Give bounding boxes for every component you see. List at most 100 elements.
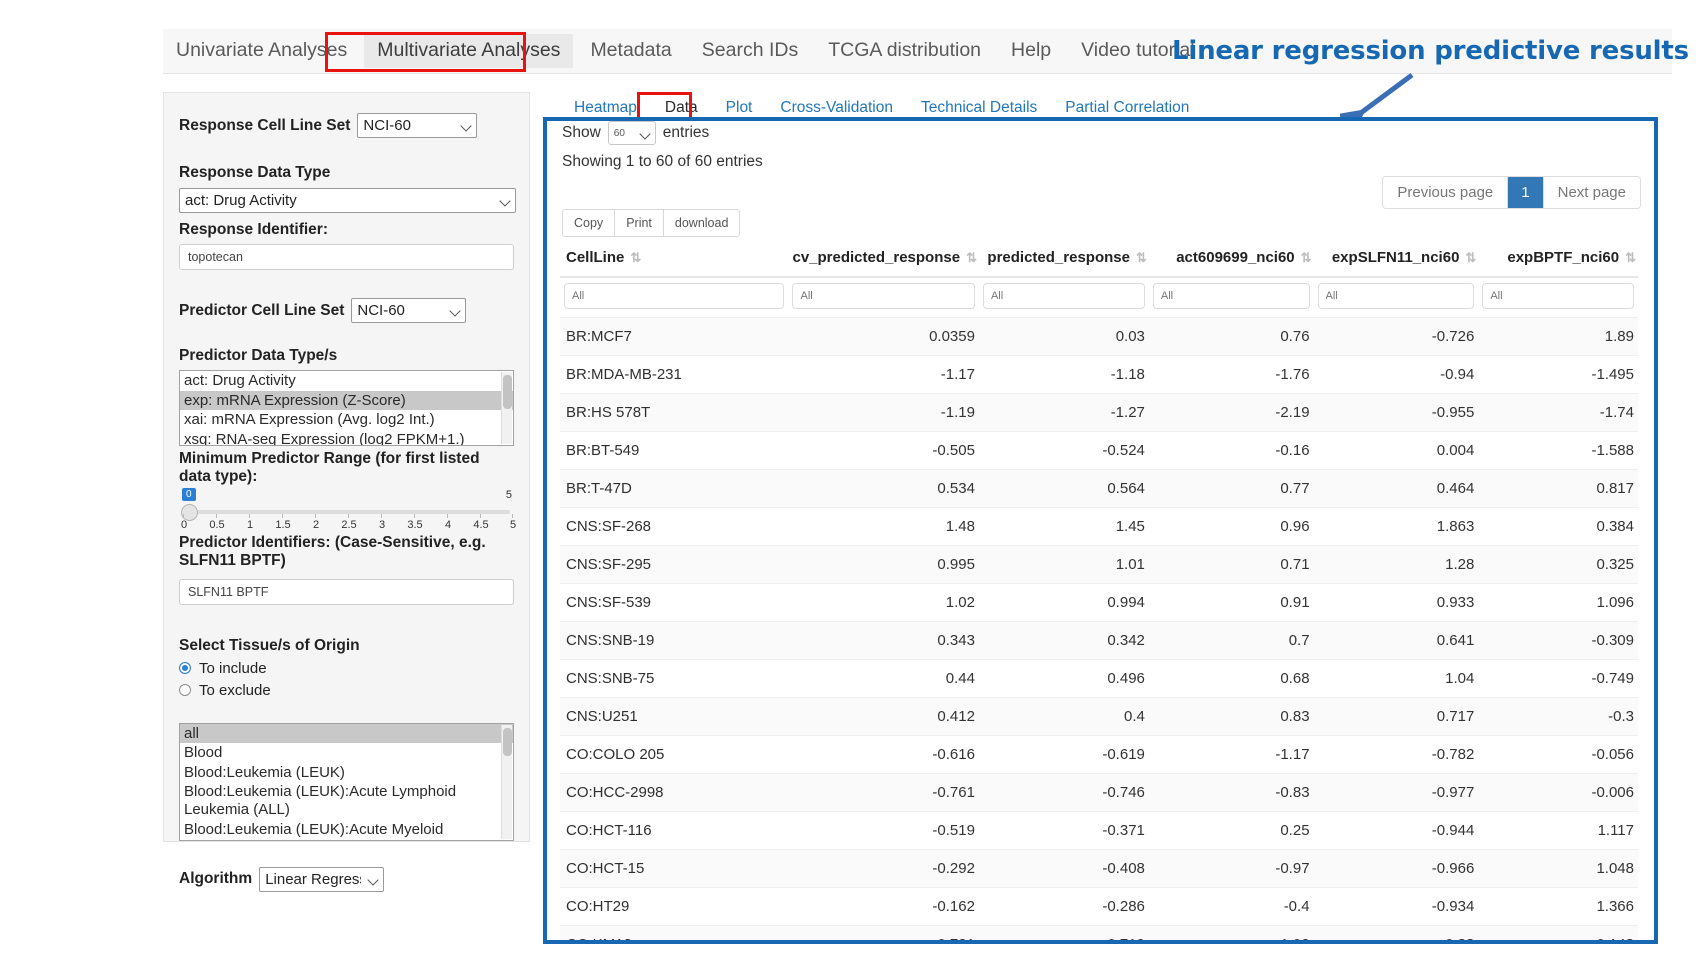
table-row: CNS:SF-2950.9951.010.711.280.325 <box>560 546 1638 584</box>
tissue-of-origin-listbox[interactable]: all Blood Blood:Leukemia (LEUK) Blood:Le… <box>179 723 514 841</box>
next-page-button[interactable]: Next page <box>1543 177 1640 208</box>
entries-label: entries <box>663 124 710 142</box>
table-cell-value: 0.71 <box>1149 546 1314 584</box>
sort-icon[interactable]: ⇅ <box>1625 250 1634 266</box>
tab-plot[interactable]: Plot <box>712 95 767 121</box>
table-cell-value: 0.68 <box>1149 660 1314 698</box>
table-row: CO:KM12-0.721-0.719-1.02-0.88-0.148 <box>560 926 1638 941</box>
column-header-expslfn11-nci60[interactable]: expSLFN11_nci60⇅ <box>1314 243 1479 277</box>
predictor-data-type-option-selected[interactable]: exp: mRNA Expression (Z-Score) <box>180 391 513 411</box>
tissue-option[interactable]: Blood:Leukemia (LEUK):Acute Lymphoid Leu… <box>180 782 513 819</box>
filter-input-predicted-response[interactable] <box>983 283 1145 309</box>
table-cell-value: -1.18 <box>979 356 1149 394</box>
table-row: BR:MCF70.03590.030.76-0.7261.89 <box>560 318 1638 356</box>
table-cell-value: 0.343 <box>788 622 978 660</box>
slider-tick-label: 5 <box>510 519 516 531</box>
table-cell-cellline: CO:KM12 <box>560 926 788 941</box>
topnav-item-tcga-distribution[interactable]: TCGA distribution <box>815 34 994 68</box>
radio-include-icon[interactable] <box>179 662 191 674</box>
sort-icon[interactable]: ⇅ <box>630 250 639 266</box>
table-cell-cellline: CNS:SNB-19 <box>560 622 788 660</box>
tissue-option[interactable]: Blood:Leukemia (LEUK) <box>180 763 513 783</box>
column-header-act609699-nci60[interactable]: act609699_nci60⇅ <box>1149 243 1314 277</box>
min-predictor-range-slider[interactable]: 0 5 0 0.5 1 1.5 2 2.5 3 3.5 4 4.5 5 <box>179 488 514 532</box>
previous-page-button[interactable]: Previous page <box>1383 177 1507 208</box>
filter-input-expslfn11-nci60[interactable] <box>1318 283 1475 309</box>
sort-icon[interactable]: ⇅ <box>1136 250 1145 266</box>
sort-icon[interactable]: ⇅ <box>1465 250 1474 266</box>
show-entries-select[interactable]: 60 <box>608 121 656 145</box>
topnav-item-metadata[interactable]: Metadata <box>577 34 684 68</box>
table-cell-value: -0.761 <box>788 774 978 812</box>
filter-input-cellline[interactable] <box>564 283 784 309</box>
table-cell-value: 1.45 <box>979 508 1149 546</box>
min-predictor-range-label: Minimum Predictor Range (for first liste… <box>179 450 514 486</box>
response-data-type-select[interactable]: act: Drug Activity <box>179 188 516 213</box>
table-cell-value: -2.19 <box>1149 394 1314 432</box>
table-cell-value: -1.17 <box>788 356 978 394</box>
table-cell-value: 1.048 <box>1478 850 1638 888</box>
tab-partial-correlation[interactable]: Partial Correlation <box>1051 95 1203 121</box>
response-identifier-input[interactable] <box>179 244 514 270</box>
copy-button[interactable]: Copy <box>562 209 615 237</box>
radio-to-include[interactable]: To include <box>179 660 514 677</box>
tissue-option[interactable]: Blood <box>180 743 513 763</box>
radio-to-include-label: To include <box>199 660 267 677</box>
page-number-1-button[interactable]: 1 <box>1507 177 1542 208</box>
table-cell-value: 0.004 <box>1314 432 1479 470</box>
listbox-scrollbar[interactable] <box>501 372 512 444</box>
table-row: CNS:SNB-750.440.4960.681.04-0.749 <box>560 660 1638 698</box>
table-cell-value: 0.77 <box>1149 470 1314 508</box>
predictor-data-types-listbox[interactable]: act: Drug Activity exp: mRNA Expression … <box>179 370 514 446</box>
slider-tick-label: 3.5 <box>407 519 422 531</box>
tissue-listbox-scrollbar-thumb[interactable] <box>503 728 512 756</box>
sort-icon[interactable]: ⇅ <box>1301 250 1310 266</box>
column-header-expbptf-nci60[interactable]: expBPTF_nci60⇅ <box>1478 243 1638 277</box>
predictor-cell-line-set-label: Predictor Cell Line Set <box>179 302 344 320</box>
radio-to-exclude-label: To exclude <box>199 682 271 699</box>
topnav-item-search-ids[interactable]: Search IDs <box>689 34 811 68</box>
table-cell-value: 1.863 <box>1314 508 1479 546</box>
download-button[interactable]: download <box>664 209 741 237</box>
table-cell-value: -1.17 <box>1149 736 1314 774</box>
algorithm-select[interactable]: Linear Regression <box>259 867 384 892</box>
tissue-option[interactable]: Blood:Leukemia (LEUK):Acute Myeloid Leuk… <box>180 820 513 841</box>
tab-technical-details[interactable]: Technical Details <box>907 95 1051 121</box>
filter-input-cv-predicted-response[interactable] <box>792 283 974 309</box>
table-cell-value: 0.44 <box>788 660 978 698</box>
response-cell-line-set-select[interactable]: NCI-60 <box>357 113 477 138</box>
listbox-scrollbar-thumb[interactable] <box>503 375 512 409</box>
column-header-cellline[interactable]: CellLine⇅ <box>560 243 788 277</box>
table-cell-value: 0.933 <box>1314 584 1479 622</box>
radio-exclude-icon[interactable] <box>179 684 191 696</box>
column-header-cv-predicted-response[interactable]: cv_predicted_response⇅ <box>788 243 978 277</box>
radio-to-exclude[interactable]: To exclude <box>179 682 514 699</box>
topnav-item-help[interactable]: Help <box>998 34 1064 68</box>
tab-data[interactable]: Data <box>651 95 712 121</box>
print-button[interactable]: Print <box>615 209 664 237</box>
predictor-cell-line-set-select[interactable]: NCI-60 <box>351 298 466 323</box>
column-header-predicted-response[interactable]: predicted_response⇅ <box>979 243 1149 277</box>
predictor-data-types-label: Predictor Data Type/s <box>179 347 514 365</box>
slider-tick-label: 1.5 <box>275 519 290 531</box>
table-row: BR:HS 578T-1.19-1.27-2.19-0.955-1.74 <box>560 394 1638 432</box>
predictor-data-type-option[interactable]: act: Drug Activity <box>180 371 513 391</box>
tissue-listbox-scrollbar[interactable] <box>501 725 512 839</box>
filter-input-act609699-nci60[interactable] <box>1153 283 1310 309</box>
tab-heatmap[interactable]: Heatmap <box>560 95 651 121</box>
response-cell-line-set-row: Response Cell Line Set NCI-60 <box>179 113 514 138</box>
topnav-item-univariate-analyses[interactable]: Univariate Analyses <box>163 34 360 68</box>
show-label: Show <box>562 124 601 142</box>
predictor-data-type-option[interactable]: xsq: RNA-seq Expression (log2 FPKM+1.) <box>180 430 513 446</box>
predictor-identifiers-input[interactable] <box>179 579 514 605</box>
sort-icon[interactable]: ⇅ <box>966 250 975 266</box>
topnav-item-multivariate-analyses[interactable]: Multivariate Analyses <box>364 34 573 68</box>
filter-input-expbptf-nci60[interactable] <box>1482 283 1634 309</box>
tissue-option-selected[interactable]: all <box>180 724 513 744</box>
table-cell-value: -0.721 <box>788 926 978 941</box>
table-row: BR:MDA-MB-231-1.17-1.18-1.76-0.94-1.495 <box>560 356 1638 394</box>
table-cell-value: -0.309 <box>1478 622 1638 660</box>
tab-cross-validation[interactable]: Cross-Validation <box>766 95 907 121</box>
table-cell-value: 0.564 <box>979 470 1149 508</box>
predictor-data-type-option[interactable]: xai: mRNA Expression (Avg. log2 Int.) <box>180 410 513 430</box>
